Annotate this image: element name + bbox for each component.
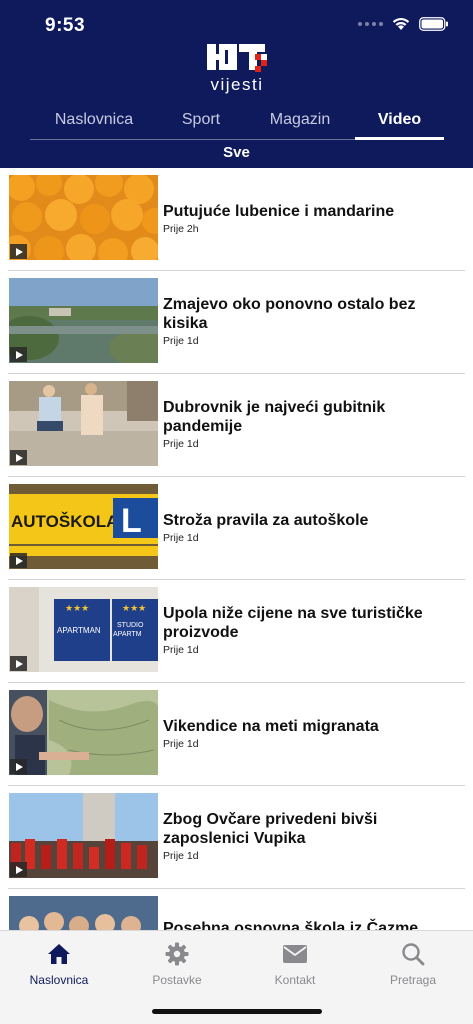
thumbnail-tangerines [9,175,158,260]
hrt-vijesti-logo: vijesti [205,42,269,94]
gear-icon [165,942,189,966]
app-screen: 9:53 vijesti Naslovnica Sport Magazin Vi… [0,0,473,1024]
article-time: Prije 1d [163,532,199,544]
article-time: Prije 1d [163,644,199,656]
video-list[interactable]: Putujuće lubenice i mandarine Prije 2h Z… [0,168,473,930]
article-title: Upola niže cijene na sve turističke proi… [163,605,423,641]
play-icon [10,759,27,774]
tabbar-kontakt[interactable]: Kontakt [236,939,354,987]
thumbnail-autoskola-sign: AUTOŠKOLA L [9,484,158,569]
article-time: Prije 1d [163,335,199,347]
play-icon [10,450,27,465]
article-time: Prije 1d [163,738,199,750]
tabbar-label: Naslovnica [29,973,89,987]
logo-wordmark: vijesti [210,75,264,94]
article-time: Prije 2h [163,223,199,235]
studio-sign-text: STUDIO [117,622,144,629]
status-time: 9:53 [45,15,86,36]
search-icon [402,943,425,966]
play-icon [10,244,27,259]
tab-sport[interactable]: Sport [160,108,242,140]
battery-icon [419,16,448,31]
apartm-sign-text: APARTM [113,631,142,638]
list-item[interactable]: Dubrovnik je najveći gubitnik pandemije … [0,374,473,477]
tabbar-postavke[interactable]: Postavke [118,939,236,987]
svg-text:L: L [121,502,142,540]
article-title: Putujuće lubenice i mandarine [163,203,395,220]
article-title: Zbog Ovčare privedeni bivši zaposlenici … [163,811,378,847]
list-item[interactable]: Vikendice na meti migranata Prije 1d [0,683,473,786]
list-item[interactable]: Posebna osnovna škola iz Čazme [0,889,473,930]
app-header: 9:53 vijesti Naslovnica Sport Magazin Vi… [0,0,473,168]
list-item[interactable]: ★★★ ★★★ APARTMAN STUDIO APARTM Upola niž… [0,580,473,683]
thumbnail-dubrovnik-tourists [9,381,158,466]
list-item[interactable]: AUTOŠKOLA L Stroža pravila za autoškole … [0,477,473,580]
article-title: Posebna osnovna škola iz Čazme [163,920,419,930]
tabbar-label: Pretraga [389,973,437,987]
autoskola-sign-text: AUTOŠKOLA [11,512,118,531]
wifi-icon [392,17,410,30]
list-item[interactable]: Putujuće lubenice i mandarine Prije 2h [0,168,473,271]
tabbar-label: Kontakt [274,973,316,987]
tabbar-naslovnica[interactable]: Naslovnica [0,939,118,987]
hrt-logo-mark [207,44,267,72]
cellular-signal-icon [358,21,383,26]
apartman-sign-text: APARTMAN [57,626,101,635]
thumbnail-school-children [9,896,158,930]
list-item[interactable]: Zmajevo oko ponovno ostalo bez kisika Pr… [0,271,473,374]
thumbnail-police-map [9,690,158,775]
home-icon [48,944,70,964]
status-icons [358,16,449,31]
thumbnail-lake [9,278,158,363]
tab-video[interactable]: Video [355,108,444,140]
svg-text:★★★: ★★★ [65,604,89,614]
article-time: Prije 1d [163,850,199,862]
article-title: Zmajevo oko ponovno ostalo bez kisika [163,296,416,332]
thumbnail-ovcara-memorial [9,793,158,878]
article-time: Prije 1d [163,438,199,450]
play-icon [10,553,27,568]
section-tabs: Naslovnica Sport Magazin Video [30,108,444,140]
play-icon [10,656,27,671]
tab-magazin[interactable]: Magazin [255,108,345,140]
subfilter-label[interactable]: Sve [0,144,473,161]
article-title: Vikendice na meti migranata [163,718,379,735]
home-indicator[interactable] [152,1009,322,1014]
list-item[interactable]: Zbog Ovčare privedeni bivši zaposlenici … [0,786,473,889]
article-title: Dubrovnik je najveći gubitnik pandemije [163,399,386,435]
tabbar-pretraga[interactable]: Pretraga [354,939,472,987]
play-icon [10,862,27,877]
tab-naslovnica[interactable]: Naslovnica [40,108,148,140]
article-title: Stroža pravila za autoškole [163,512,369,529]
tabbar-label: Postavke [152,973,202,987]
play-icon [10,347,27,362]
mail-icon [283,945,307,963]
svg-text:★★★: ★★★ [122,604,146,614]
thumbnail-apartman-sign: ★★★ ★★★ APARTMAN STUDIO APARTM [9,587,158,672]
